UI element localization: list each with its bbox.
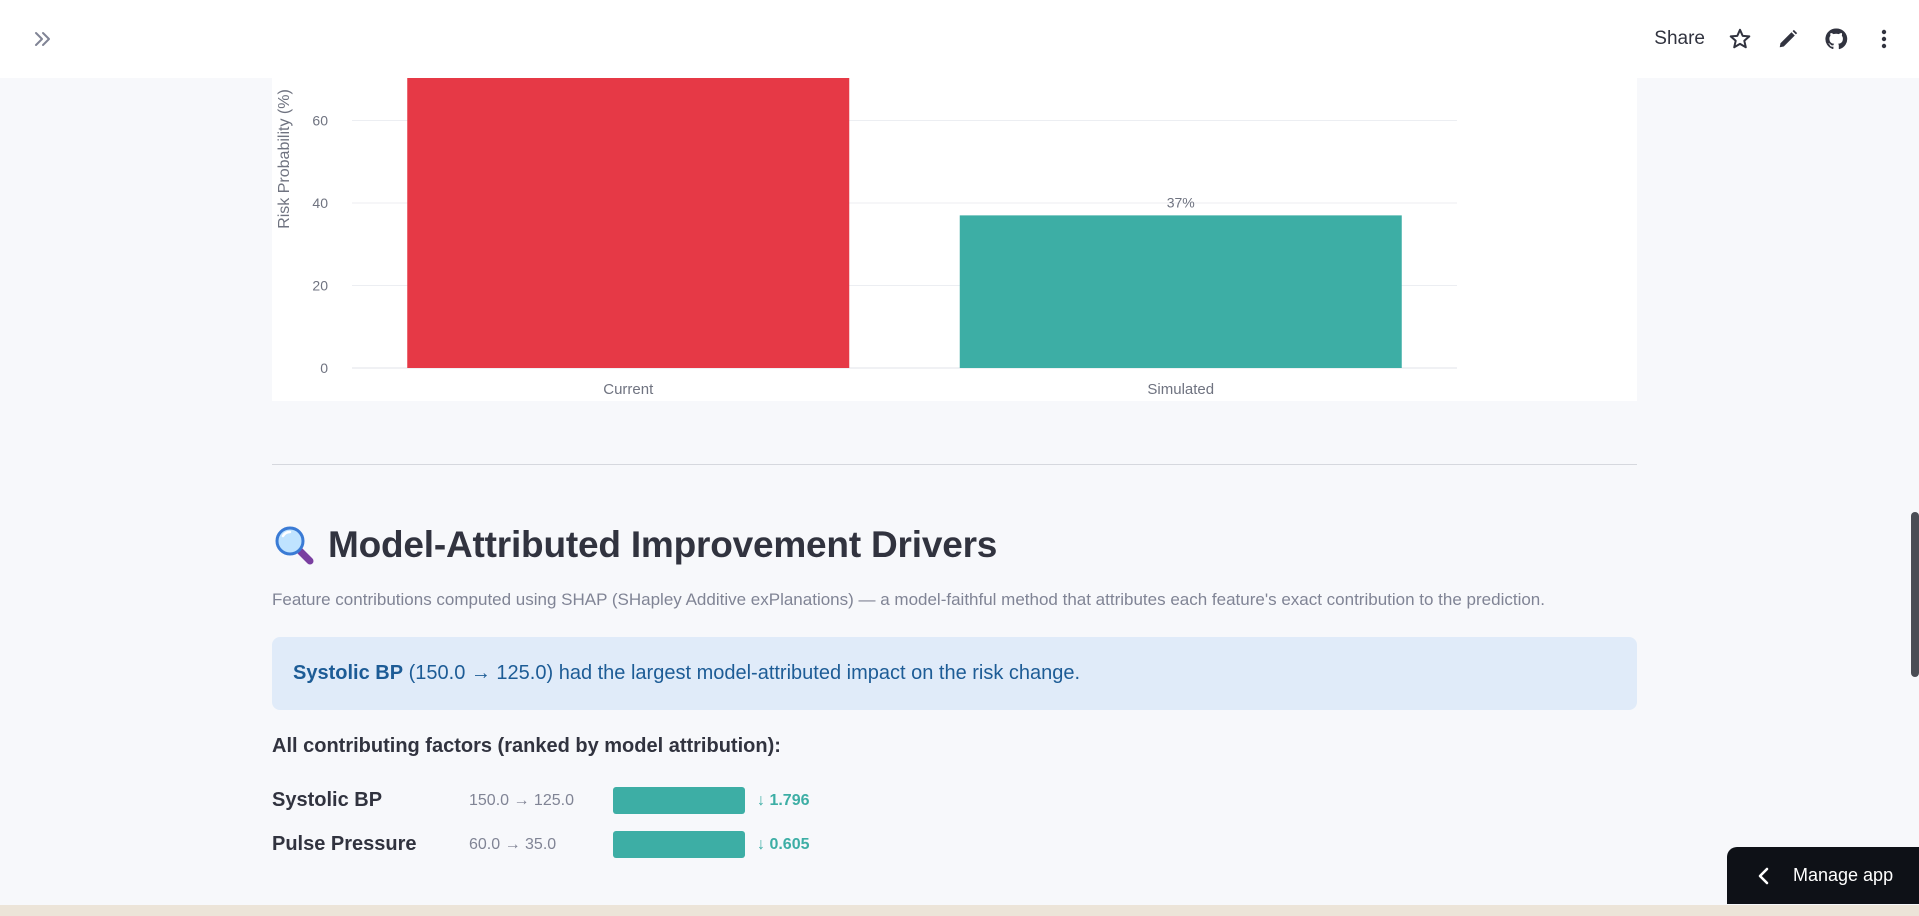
- info-feature: Systolic BP: [293, 662, 404, 684]
- factor-value: ↓ 0.605: [757, 836, 810, 853]
- top-driver-info-box: Systolic BP (150.0 → 125.0) had the larg…: [272, 637, 1637, 710]
- github-icon[interactable]: [1823, 26, 1849, 52]
- factor-value: ↓ 1.796: [757, 792, 810, 809]
- scrollbar-thumb[interactable]: [1911, 512, 1919, 677]
- bar-data-label: 37%: [1167, 194, 1195, 210]
- info-rest: (150.0 → 125.0) had the largest model-at…: [403, 662, 1081, 684]
- manage-app-button[interactable]: Manage app: [1727, 847, 1919, 904]
- factors-heading: All contributing factors (ranked by mode…: [272, 735, 781, 757]
- factor-row: Systolic BP 150.0 → 125.0 ↓ 1.796: [272, 787, 972, 815]
- factor-change: 60.0 → 35.0: [469, 836, 557, 853]
- section-caption: Feature contributions computed using SHA…: [272, 590, 1545, 609]
- risk-probability-chart: 0 20 40 60 Risk Probability (%) Current Simula…: [272, 78, 1637, 401]
- x-tick-label: Simulated: [1147, 381, 1214, 398]
- factor-change: 150.0 → 125.0: [469, 792, 574, 809]
- section-heading: Model-Attributed Improvement Drivers: [272, 520, 997, 570]
- y-tick-label: 0: [320, 360, 328, 376]
- star-icon[interactable]: [1727, 26, 1753, 52]
- app-header: Share: [0, 0, 1919, 78]
- factor-bar: [613, 787, 745, 814]
- factor-row: Pulse Pressure 60.0 → 35.0 ↓ 0.605: [272, 831, 972, 859]
- more-vertical-icon[interactable]: [1871, 26, 1897, 52]
- share-button[interactable]: Share: [1654, 28, 1705, 50]
- bar-simulated: [959, 215, 1402, 368]
- y-axis-label: Risk Probability (%): [276, 89, 293, 229]
- bar-current: [407, 78, 850, 368]
- edit-pencil-icon[interactable]: [1775, 26, 1801, 52]
- x-tick-label: Current: [603, 381, 654, 398]
- chevron-left-icon: [1758, 867, 1769, 884]
- magnifying-glass-icon: [275, 526, 314, 565]
- y-tick-label: 40: [312, 195, 328, 211]
- header-actions: Share: [1654, 22, 1897, 56]
- y-tick-label: 20: [312, 278, 328, 294]
- factor-name: Pulse Pressure: [272, 833, 417, 855]
- bar-chart-svg: 0 20 40 60 Risk Probability (%) Current Simula…: [276, 78, 1457, 398]
- section-divider: [272, 464, 1637, 465]
- bottom-strip: [0, 905, 1919, 916]
- y-tick-label: 60: [312, 113, 328, 129]
- section-title: Model-Attributed Improvement Drivers: [328, 524, 998, 565]
- info-text: Systolic BP (150.0 → 125.0) had the larg…: [293, 662, 1080, 685]
- factor-bar: [613, 831, 745, 858]
- expand-sidebar-icon[interactable]: [30, 26, 56, 52]
- manage-app-label: Manage app: [1793, 865, 1894, 885]
- factor-name: Systolic BP: [272, 789, 383, 811]
